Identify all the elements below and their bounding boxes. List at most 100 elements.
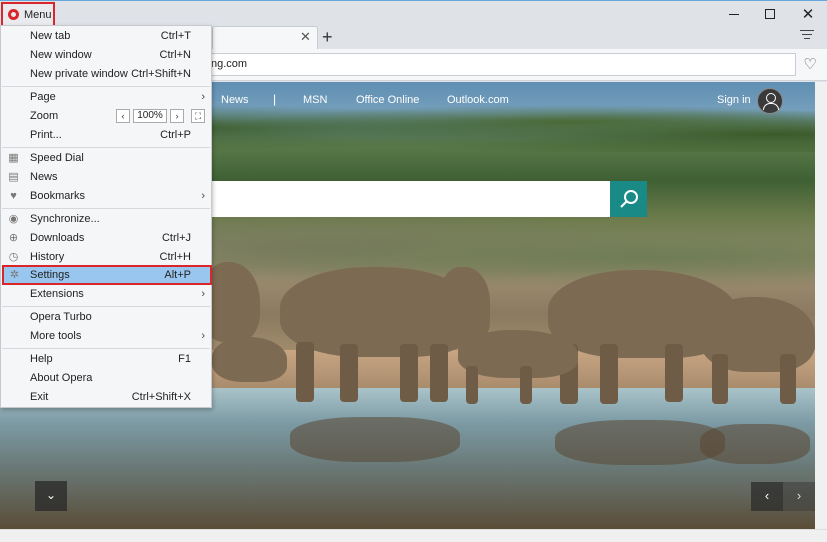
maximize-button[interactable] [756, 4, 784, 24]
menu-item-bookmarks[interactable]: ♥ Bookmarks › [2, 187, 210, 206]
submenu-arrow-icon: › [201, 91, 205, 103]
menu-item-label: Zoom [30, 110, 59, 122]
menu-item-downloads[interactable]: ⊕ Downloads Ctrl+J [2, 229, 210, 248]
minimize-icon [729, 13, 739, 15]
menu-item-label: Print... [30, 129, 62, 141]
menu-item-news[interactable]: ▤ News [2, 168, 210, 187]
menu-item-extensions[interactable]: Extensions › [2, 285, 210, 304]
gear-icon: ✲ [9, 269, 20, 281]
elephant-leg [466, 366, 478, 404]
sign-in-link[interactable]: Sign in [717, 94, 751, 106]
submenu-arrow-icon: › [201, 330, 205, 342]
menu-separator [2, 348, 210, 349]
tab-close-icon[interactable]: ✕ [300, 29, 311, 45]
menu-separator [2, 306, 210, 307]
search-input[interactable] [211, 181, 611, 217]
elephant-leg [780, 354, 796, 404]
maximize-icon [765, 9, 775, 19]
menu-item-label: Exit [30, 391, 49, 403]
elephant-leg [665, 344, 683, 402]
menu-item-label: New private window [30, 68, 128, 80]
menu-item-zoom: Zoom ‹ 100% › ⛶ [2, 107, 210, 126]
menu-item-about-opera[interactable]: About Opera [2, 369, 210, 388]
submenu-arrow-icon: › [201, 190, 205, 202]
menu-item-help[interactable]: Help F1 [2, 350, 210, 369]
submenu-arrow-icon: › [201, 288, 205, 300]
scroll-down-button[interactable]: ⌄ [35, 481, 67, 511]
menu-item-shortcut: Ctrl+H [159, 251, 191, 263]
menu-item-label: Speed Dial [30, 152, 84, 164]
tab-menu-icon[interactable] [800, 30, 814, 42]
zoom-in-button[interactable]: › [170, 109, 184, 123]
menu-separator [2, 208, 210, 209]
next-image-button[interactable]: › [783, 482, 815, 511]
news-icon: ▤ [8, 171, 19, 183]
elephant-leg [520, 366, 532, 404]
menu-item-more-tools[interactable]: More tools › [2, 327, 210, 346]
menu-button-label: Menu [24, 8, 52, 21]
menu-item-new-window[interactable]: New window Ctrl+N [2, 46, 210, 65]
menu-item-label: Downloads [30, 232, 85, 244]
elephant-head-image [440, 267, 490, 337]
nav-link-office-online[interactable]: Office Online [356, 94, 419, 106]
menu-item-label: More tools [30, 330, 82, 342]
menu-item-page[interactable]: Page › [2, 88, 210, 107]
menu-item-label: New window [30, 49, 92, 61]
menu-item-shortcut: Ctrl+P [160, 129, 191, 141]
minimize-button[interactable] [720, 4, 748, 24]
vertical-scrollbar[interactable] [815, 82, 827, 529]
search-button[interactable] [610, 181, 647, 217]
close-window-button[interactable]: ✕ [794, 4, 822, 24]
menu-item-opera-turbo[interactable]: Opera Turbo [2, 308, 210, 327]
opera-main-menu: New tab Ctrl+T New window Ctrl+N New pri… [0, 25, 212, 408]
elephant-reflection [700, 424, 810, 464]
bookmark-heart-icon[interactable]: ♡ [800, 55, 820, 75]
nav-separator: | [273, 92, 277, 106]
menu-item-speed-dial[interactable]: ▦ Speed Dial [2, 149, 210, 168]
fullscreen-icon[interactable]: ⛶ [191, 109, 205, 123]
menu-item-label: New tab [30, 30, 71, 42]
nav-link-news[interactable]: News [221, 94, 249, 106]
zoom-control: ‹ 100% › ⛶ [116, 109, 205, 123]
zoom-value: 100% [133, 109, 167, 123]
menu-item-new-private-window[interactable]: New private window Ctrl+Shift+N [2, 65, 210, 84]
close-icon: ✕ [801, 6, 815, 23]
elephant-leg [430, 344, 448, 402]
menu-item-shortcut: Ctrl+N [159, 49, 191, 61]
opera-logo-icon [8, 9, 19, 20]
nav-link-outlook[interactable]: Outlook.com [447, 94, 509, 106]
avatar-icon[interactable] [757, 88, 783, 114]
url-field[interactable]: ng.com [196, 53, 796, 76]
menu-item-shortcut: Ctrl+Shift+N [131, 68, 191, 80]
opera-menu-button[interactable]: Menu [1, 2, 55, 27]
nav-link-msn[interactable]: MSN [303, 94, 327, 106]
menu-item-label: Synchronize... [30, 213, 100, 225]
menu-item-shortcut: Ctrl+Shift+X [131, 391, 191, 403]
download-icon: ⊕ [8, 232, 19, 244]
menu-item-label: News [30, 171, 58, 183]
menu-item-label: Extensions [30, 288, 84, 300]
menu-item-label: Bookmarks [30, 190, 86, 202]
horizontal-scrollbar[interactable] [0, 529, 827, 542]
menu-item-label: History [30, 251, 65, 263]
search-icon [619, 190, 638, 208]
menu-item-new-tab[interactable]: New tab Ctrl+T [2, 27, 210, 46]
previous-image-button[interactable]: ‹ [751, 482, 783, 511]
menu-item-settings[interactable]: ✲ Settings Alt+P [2, 265, 212, 285]
zoom-out-button[interactable]: ‹ [116, 109, 130, 123]
menu-item-shortcut: F1 [178, 353, 191, 365]
menu-item-shortcut: Ctrl+T [160, 30, 191, 42]
heart-icon: ♥ [10, 190, 17, 202]
person-icon: ◉ [8, 213, 19, 225]
elephant-leg [400, 344, 418, 402]
menu-item-label: About Opera [30, 372, 93, 384]
new-tab-button[interactable]: + [322, 27, 333, 48]
menu-item-exit[interactable]: Exit Ctrl+Shift+X [2, 388, 210, 407]
menu-separator [2, 86, 210, 87]
menu-item-label: Help [30, 353, 53, 365]
title-bar: Menu ✕ [0, 0, 827, 27]
menu-item-print[interactable]: Print... Ctrl+P [2, 126, 210, 145]
menu-item-shortcut: Alt+P [164, 269, 191, 281]
menu-item-label: Page [30, 91, 56, 103]
menu-item-synchronize[interactable]: ◉ Synchronize... [2, 210, 210, 229]
